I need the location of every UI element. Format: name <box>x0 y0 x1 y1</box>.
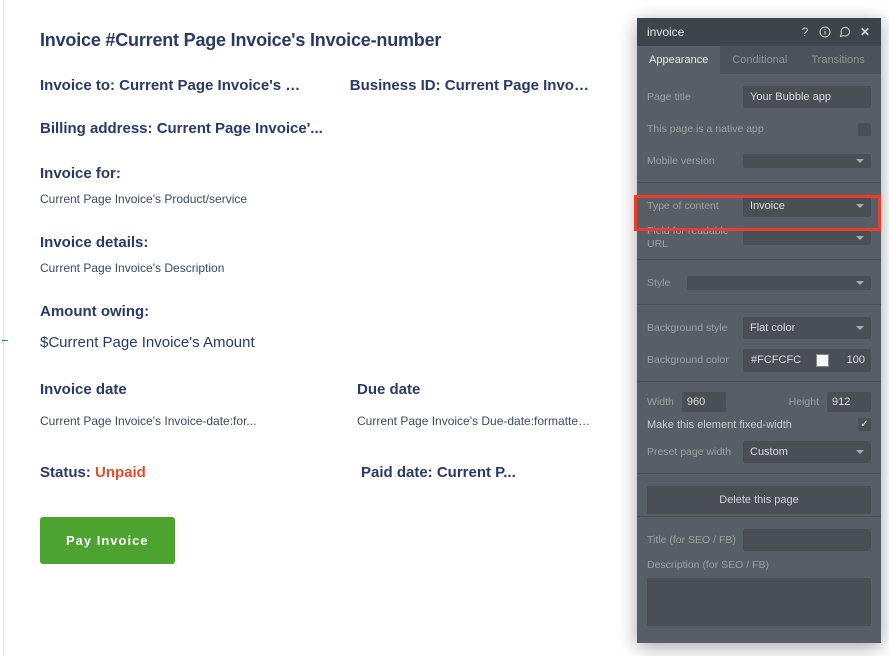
chevron-down-icon <box>856 204 864 208</box>
seo-desc-label: Description (for SEO / FB) <box>647 559 871 572</box>
bg-color-field[interactable]: #FCFCFC <box>743 349 871 372</box>
type-of-content-label: Type of content <box>647 200 743 213</box>
chevron-down-icon <box>856 281 864 285</box>
readable-url-label: Field for readable URL <box>647 225 743 250</box>
property-panel[interactable]: invoice ? ✕ Appearance Conditional Trans… <box>637 18 881 643</box>
preset-width-value: Custom <box>750 446 788 458</box>
width-input[interactable] <box>682 392 726 412</box>
due-date-value[interactable]: Current Page Invoice's Due-date:formatte… <box>357 414 592 428</box>
height-label: Height <box>789 396 819 408</box>
fixed-width-label: Make this element fixed-width <box>647 419 792 431</box>
chevron-down-icon <box>856 236 864 240</box>
height-input[interactable] <box>827 392 871 412</box>
status: Status: Unpaid <box>40 464 271 481</box>
invoice-details-value[interactable]: Current Page Invoice's Description <box>40 261 592 275</box>
mobile-version-label: Mobile version <box>647 155 743 168</box>
tab-conditional[interactable]: Conditional <box>720 46 799 74</box>
bg-color-label: Background color <box>647 354 743 367</box>
bg-style-label: Background style <box>647 322 743 335</box>
section-background: Background style Flat color Background c… <box>637 305 881 382</box>
invoice-title[interactable]: Invoice #Current Page Invoice's Invoice-… <box>40 30 592 51</box>
pay-invoice-button[interactable]: Pay Invoice <box>40 517 175 564</box>
width-label: Width <box>647 396 674 408</box>
seo-title-input[interactable] <box>743 529 871 551</box>
comment-icon[interactable] <box>837 24 853 40</box>
tab-appearance[interactable]: Appearance <box>637 46 720 74</box>
help-icon[interactable]: ? <box>797 24 813 40</box>
invoice-to[interactable]: Invoice to: Current Page Invoice's Cus..… <box>40 77 310 94</box>
business-id[interactable]: Business ID: Current Page Invoice's <box>350 77 592 94</box>
tab-transitions[interactable]: Transitions <box>799 46 876 74</box>
chevron-down-icon <box>856 159 864 163</box>
type-of-content-value: Invoice <box>750 200 785 212</box>
seo-desc-textarea[interactable] <box>647 578 871 626</box>
preset-width-select[interactable]: Custom <box>743 441 871 463</box>
bg-style-value: Flat color <box>750 322 795 334</box>
due-date-label[interactable]: Due date <box>357 381 592 398</box>
panel-title: invoice <box>647 25 793 39</box>
section-style: Style <box>637 260 881 305</box>
amount-owing-label[interactable]: Amount owing: <box>40 303 592 320</box>
bg-style-select[interactable]: Flat color <box>743 317 871 339</box>
bg-color-swatch[interactable] <box>816 354 829 367</box>
section-content: Type of content Invoice Field for readab… <box>637 183 881 260</box>
section-delete: Delete this page <box>637 474 881 517</box>
delete-page-button[interactable]: Delete this page <box>647 486 871 514</box>
type-of-content-select[interactable]: Invoice <box>743 195 871 217</box>
bg-color-hex: #FCFCFC <box>751 354 808 366</box>
amount-value[interactable]: $Current Page Invoice's Amount <box>40 334 592 351</box>
invoice-for-label[interactable]: Invoice for: <box>40 165 592 182</box>
invoice-date-value[interactable]: Current Page Invoice's Invoice-date:for.… <box>40 414 267 428</box>
invoice-for-value[interactable]: Current Page Invoice's Product/service <box>40 192 592 206</box>
native-app-label: This page is a native app <box>647 123 858 136</box>
mobile-version-select[interactable] <box>743 154 871 168</box>
section-page: Page title This page is a native app Mob… <box>637 74 881 183</box>
close-icon[interactable]: ✕ <box>857 24 873 40</box>
page-title-input[interactable] <box>743 86 871 108</box>
style-label: Style <box>647 277 687 290</box>
billing-address[interactable]: Billing address: Current Page Invoice'..… <box>40 120 592 137</box>
paid-date[interactable]: Paid date: Current P... <box>361 464 592 481</box>
panel-header[interactable]: invoice ? ✕ <box>637 18 881 46</box>
style-select[interactable] <box>687 276 871 290</box>
panel-tabs: Appearance Conditional Transitions <box>637 46 881 74</box>
bg-color-opacity[interactable] <box>837 354 865 366</box>
invoice-details-label[interactable]: Invoice details: <box>40 234 592 251</box>
readable-url-select[interactable] <box>743 231 871 245</box>
page-title-label: Page title <box>647 91 743 104</box>
section-dimensions: Width Height Make this element fixed-wid… <box>637 382 881 474</box>
info-icon[interactable] <box>817 24 833 40</box>
fixed-width-checkbox[interactable]: ✓ <box>858 418 871 431</box>
status-value[interactable]: Unpaid <box>95 464 146 481</box>
preset-width-label: Preset page width <box>647 446 743 459</box>
section-seo: Title (for SEO / FB) Description (for SE… <box>637 517 881 643</box>
chevron-down-icon <box>856 450 864 454</box>
seo-title-label: Title (for SEO / FB) <box>647 534 743 547</box>
ruler-tick <box>2 340 8 341</box>
status-label[interactable]: Status: <box>40 464 95 481</box>
invoice-date-label[interactable]: Invoice date <box>40 381 267 398</box>
chevron-down-icon <box>856 326 864 330</box>
native-app-checkbox[interactable] <box>858 123 871 136</box>
invoice-canvas[interactable]: Invoice #Current Page Invoice's Invoice-… <box>3 0 628 656</box>
